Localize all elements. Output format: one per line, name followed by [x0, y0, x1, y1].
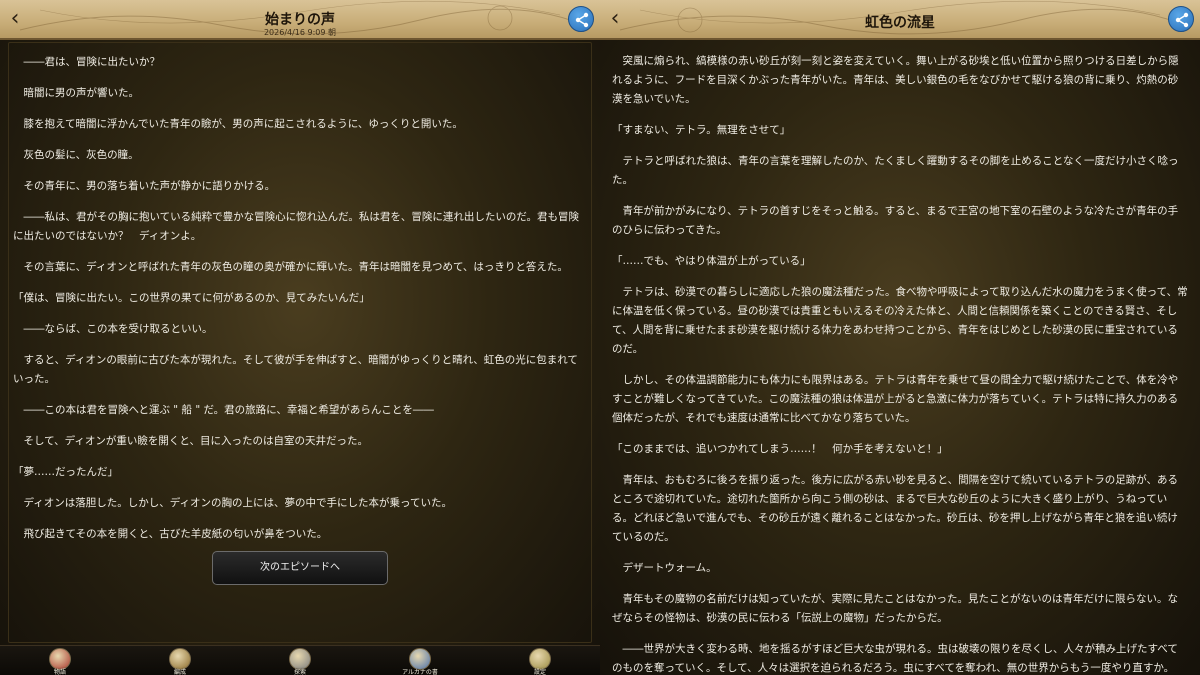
- story-paragraph: ――世界が大きく変わる時、地を揺るがすほど巨大な虫が現れる。虫は破壊の限りを尽く…: [612, 643, 1178, 673]
- page-title: 虹色の流星: [865, 15, 935, 31]
- story-paragraph: 「……でも、やはり体温が上がっている」: [612, 255, 811, 267]
- chevron-left-icon: ‹: [10, 6, 20, 31]
- story-paragraph: 「僕は、冒険に出たい。この世界の果てに何があるのか、見てみたいんだ」: [13, 292, 370, 304]
- story-paragraph: すると、ディオンの眼前に古びた本が現れた。そして彼が手を伸ばすと、暗闇がゆっくり…: [13, 354, 578, 385]
- nav-label: 設定: [533, 669, 546, 675]
- share-button[interactable]: [568, 6, 594, 32]
- story-paragraph: 青年もその魔物の名前だけは知っていたが、実際に見たことはなかった。見たことがない…: [612, 593, 1179, 624]
- share-button[interactable]: [1168, 6, 1194, 32]
- nav-item-story[interactable]: 物語: [30, 646, 90, 675]
- bottom-nav: 物語 編成 探索 アルカナの書 設定: [0, 645, 600, 675]
- story-paragraph: ――この本は君を冒険へと運ぶ " 船 " だ。君の旅路に、幸福と希望があらんこと…: [23, 404, 434, 416]
- story-paragraph: テトラと呼ばれた狼は、青年の言葉を理解したのか、たくましく躍動するその脚を止める…: [612, 155, 1179, 186]
- story-paragraph: 突風に煽られ、縞模様の赤い砂丘が刻一刻と姿を変えていく。舞い上がる砂埃と低い位置…: [612, 55, 1179, 105]
- story-paragraph: ――君は、冒険に出たいか？: [23, 56, 161, 68]
- nav-label: 物語: [53, 669, 66, 675]
- story-paragraph: 灰色の髪に、灰色の瞳。: [23, 149, 139, 161]
- story-paragraph: デザートウォーム。: [622, 562, 717, 574]
- story-paragraph: 膝を抱えて暗闇に浮かんでいた青年の瞼が、男の声に起こされるように、ゆっくりと開い…: [23, 118, 463, 130]
- story-paragraph: その青年に、男の落ち着いた声が静かに語りかける。: [23, 180, 276, 192]
- story-paragraph: 「すまない、テトラ。無理をさせて」: [612, 124, 791, 136]
- nav-item-gear[interactable]: 設定: [510, 646, 570, 675]
- share-icon: [575, 12, 589, 28]
- nav-label: 編成: [173, 669, 186, 675]
- story-paragraph: 暗闇に男の声が響いた。: [23, 87, 140, 99]
- back-button[interactable]: ‹: [4, 6, 26, 32]
- story-paragraph: ――私は、君がその胸に抱いている純粋で豊かな冒険心に惚れ込んだ。私は君を、冒険に…: [13, 211, 580, 242]
- story-paragraph: しかし、その体温調節能力にも体力にも限界はある。テトラは青年を乗せて昼の間全力で…: [612, 374, 1179, 424]
- header-bar: ‹ 始まりの声 2026/4/16 9:09 朝: [0, 0, 600, 40]
- story-paragraph: その言葉に、ディオンと呼ばれた青年の灰色の瞳の奥が確かに輝いた。青年は暗闇を見つ…: [23, 261, 568, 273]
- story-text: 突風に煽られ、縞模様の赤い砂丘が刻一刻と姿を変えていく。舞い上がる砂埃と低い位置…: [608, 42, 1192, 673]
- left-reader-screen: ‹ 始まりの声 2026/4/16 9:09 朝 ――君は、冒険に出たいか？ 暗闇…: [0, 0, 600, 675]
- story-paragraph: 「夢……だったんだ」: [13, 466, 118, 478]
- nav-item-explore[interactable]: 探索: [270, 646, 330, 675]
- back-button[interactable]: ‹: [604, 6, 626, 32]
- header-bar: ‹ 虹色の流星: [600, 0, 1200, 40]
- story-paragraph: ――ならば、この本を受け取るといい。: [23, 323, 213, 335]
- story-paragraph: そして、ディオンが重い瞼を開くと、目に入ったのは自室の天井だった。: [23, 435, 369, 447]
- story-paragraph: 「このままでは、追いつかれてしまう……！ 何か手を考えないと！」: [612, 443, 948, 455]
- next-episode-button[interactable]: 次のエピソードへ: [212, 551, 388, 585]
- nav-item-party[interactable]: 編成: [150, 646, 210, 675]
- story-paragraph: 飛び起きてその本を開くと、古びた羊皮紙の匂いが鼻をついた。: [23, 528, 328, 540]
- chevron-left-icon: ‹: [610, 6, 620, 31]
- page-title: 始まりの声: [265, 12, 335, 28]
- share-icon: [1175, 12, 1189, 28]
- nav-label: 探索: [293, 669, 306, 675]
- nav-label: アルカナの書: [402, 669, 438, 675]
- story-paragraph: 青年が前かがみになり、テトラの首すじをそっと触る。すると、まるで王宮の地下室の石…: [612, 205, 1179, 236]
- story-paragraph: ディオンは落胆した。しかし、ディオンの胸の上には、夢の中で手にした本が乗っていた…: [23, 497, 453, 509]
- story-paragraph: 青年は、おもむろに後ろを振り返った。後方に広がる赤い砂を見ると、間隔を空けて続い…: [612, 474, 1179, 543]
- nav-item-arcana-book[interactable]: アルカナの書: [390, 646, 450, 675]
- timestamp: 2026/4/16 9:09 朝: [263, 28, 337, 37]
- right-reader-screen: ‹ 虹色の流星 突風に煽られ、縞模様の赤い砂丘が刻一刻と姿を変えていく。舞い上が…: [600, 0, 1200, 675]
- story-paragraph: テトラは、砂漠での暮らしに適応した狼の魔法種だった。食べ物や呼吸によって取り込ん…: [612, 286, 1188, 355]
